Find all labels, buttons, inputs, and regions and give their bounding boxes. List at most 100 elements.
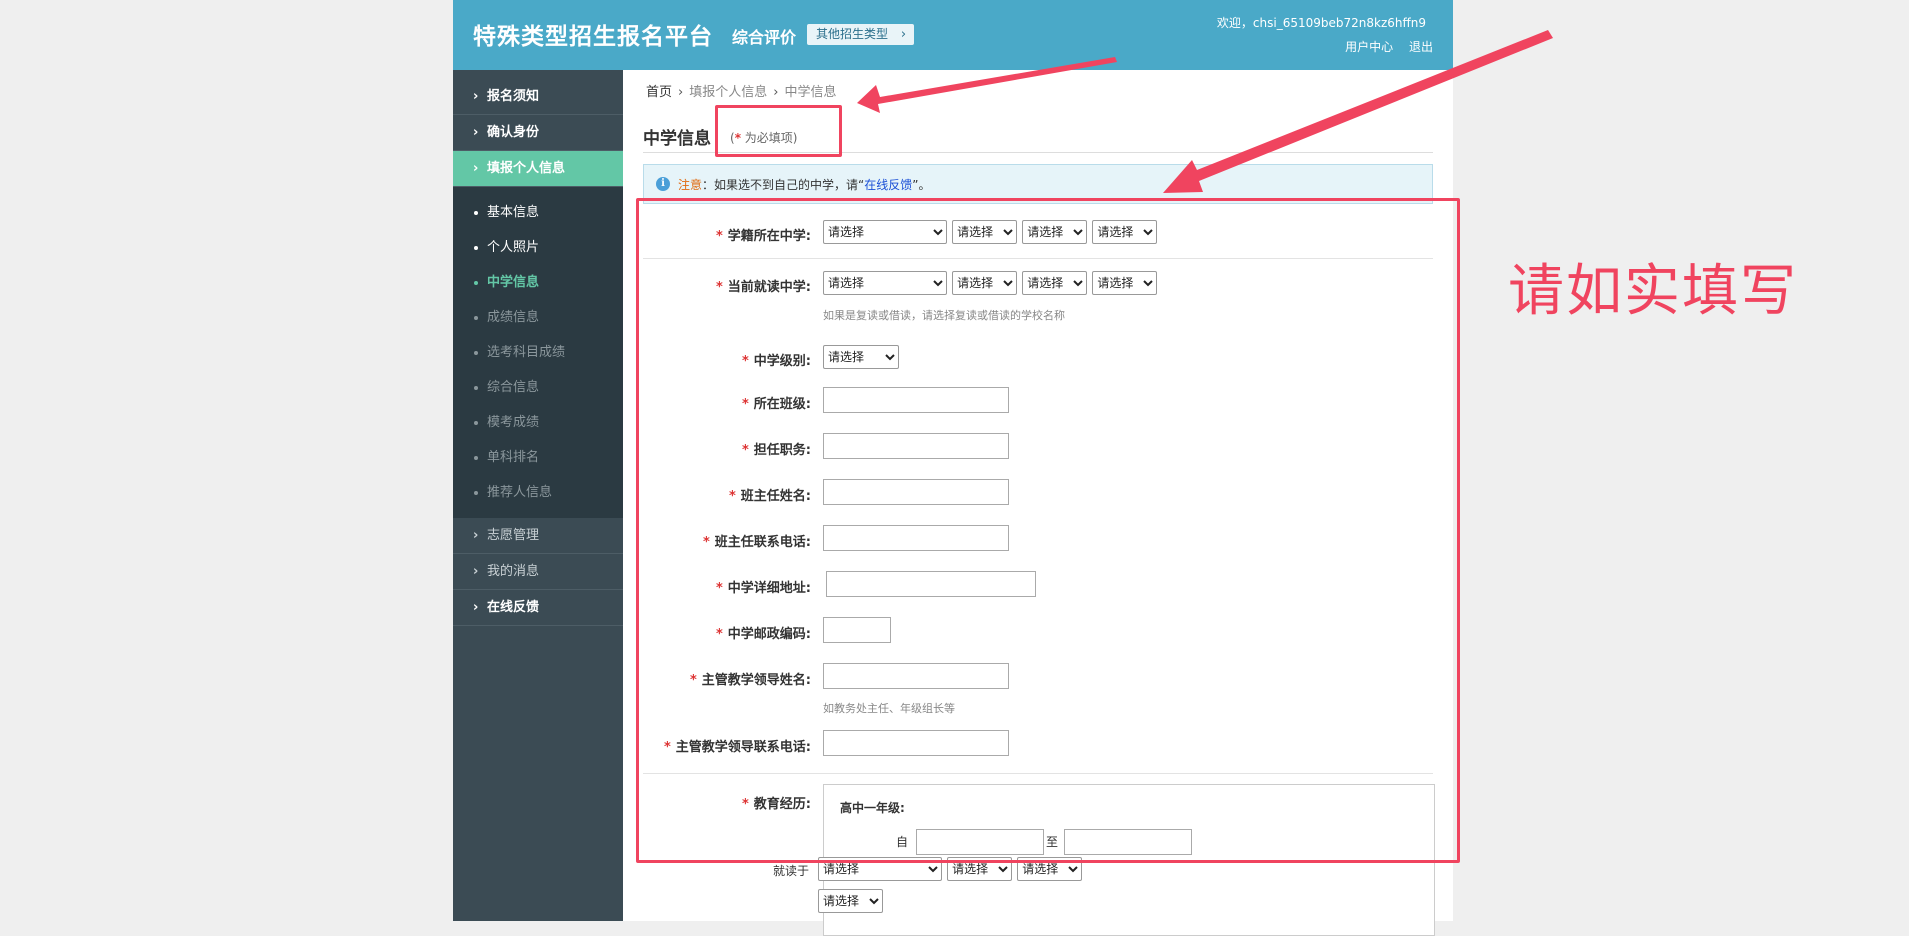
leader-phone-input[interactable] <box>823 730 1009 756</box>
breadcrumb: 首页 › 填报个人信息 › 中学信息 <box>646 81 836 100</box>
field-label: * 主管教学领导姓名: <box>690 669 811 688</box>
registration-district-select[interactable]: 请选择 <box>1022 220 1088 244</box>
edu-to-group: 至 <box>1046 829 1192 855</box>
logout-link[interactable]: 退出 <box>1409 40 1433 54</box>
field-label-text: 班主任联系电话: <box>714 535 811 550</box>
page: 特殊类型招生报名平台 综合评价 其他招生类型 › 欢迎，chsi_65109be… <box>453 0 1453 936</box>
sidebar-item-confirm-identity[interactable]: › 确认身份 <box>453 115 623 151</box>
registration-school-select[interactable]: 请选择 <box>1092 220 1158 244</box>
field-label: * 教育经历: <box>742 793 811 812</box>
required-star: * <box>741 354 749 369</box>
sidebar-sub-item-general-info[interactable]: 综合信息 <box>453 370 623 405</box>
field-label-text: 中学级别: <box>753 354 811 369</box>
edu-district-select[interactable]: 请选择 <box>1017 857 1083 881</box>
edu-end-date-input[interactable] <box>1063 829 1192 855</box>
field-label-text: 中学详细地址: <box>727 581 811 596</box>
school-level-select[interactable]: 请选择 <box>823 345 899 369</box>
sidebar-sub-item-subject-rank[interactable]: 单科排名 <box>453 440 623 475</box>
sidebar-item-notice[interactable]: › 报名须知 <box>453 79 623 115</box>
sidebar-sub-item-basic-info[interactable]: 基本信息 <box>453 195 623 230</box>
field-label: * 中学详细地址: <box>716 577 811 596</box>
breadcrumb-home[interactable]: 首页 <box>646 85 672 100</box>
sidebar-sub-item-mock-scores[interactable]: 模考成绩 <box>453 405 623 440</box>
row-divider <box>643 773 1433 774</box>
chevron-right-icon: › <box>773 85 779 100</box>
head-teacher-phone-input[interactable] <box>823 525 1009 551</box>
required-star: * <box>715 280 723 295</box>
sidebar-item-label: 我的消息 <box>487 564 540 579</box>
sidebar-sub-item-elective-scores[interactable]: 选考科目成绩 <box>453 335 623 370</box>
registration-city-select[interactable]: 请选择 <box>952 220 1018 244</box>
school-registration-selects: 请选择 请选择 请选择 请选择 <box>823 220 1158 244</box>
sidebar-item-personal-info[interactable]: › 填报个人信息 <box>453 151 623 187</box>
notice-text: 注意：如果选不到自己的中学，请“在线反馈”。 <box>678 176 930 193</box>
edu-grade-label: 高中一年级: <box>840 801 905 815</box>
field-label-text: 班主任姓名: <box>740 489 811 504</box>
edu-from-group: 自 <box>896 829 1044 855</box>
leader-name-hint: 如教务处主任、年级组长等 <box>823 702 955 715</box>
page-title: 中学信息 <box>643 129 711 149</box>
required-star: * <box>741 797 749 812</box>
other-types-button[interactable]: 其他招生类型 › <box>807 24 915 45</box>
required-star: * <box>702 535 710 550</box>
edu-school-selects: 请选择 请选择 请选择 <box>818 857 1083 881</box>
user-center-link[interactable]: 用户中心 <box>1345 40 1393 54</box>
current-province-select[interactable]: 请选择 <box>823 271 947 295</box>
field-label: * 中学邮政编码: <box>716 623 811 642</box>
sidebar-item-label: 报名须知 <box>487 89 540 104</box>
class-input[interactable] <box>823 387 1009 413</box>
field-label-text: 学籍所在中学: <box>727 229 811 244</box>
head-teacher-input[interactable] <box>823 479 1009 505</box>
chevron-right-icon: › <box>473 528 479 543</box>
field-label: * 当前就读中学: <box>716 276 811 295</box>
edu-province-select[interactable]: 请选择 <box>818 857 942 881</box>
breadcrumb-current: 中学信息 <box>784 85 837 100</box>
sidebar-item-messages[interactable]: › 我的消息 <box>453 554 623 590</box>
current-city-select[interactable]: 请选择 <box>952 271 1018 295</box>
feedback-link[interactable]: 在线反馈 <box>864 178 912 192</box>
field-label: * 担任职务: <box>742 439 811 458</box>
edu-city-select[interactable]: 请选择 <box>947 857 1013 881</box>
breadcrumb-level2[interactable]: 填报个人信息 <box>689 85 767 100</box>
header: 特殊类型招生报名平台 综合评价 其他招生类型 › 欢迎，chsi_65109be… <box>453 0 1453 70</box>
school-address-input[interactable] <box>826 571 1036 597</box>
registration-province-select[interactable]: 请选择 <box>823 220 947 244</box>
current-district-select[interactable]: 请选择 <box>1022 271 1088 295</box>
chevron-right-icon: › <box>473 161 479 176</box>
edu-school-select[interactable]: 请选择 <box>818 889 883 913</box>
notice-end: ”。 <box>912 178 931 192</box>
field-label: * 所在班级: <box>742 393 811 412</box>
required-note-text: 为必填项) <box>740 131 798 145</box>
sidebar-sub-item-scores[interactable]: 成绩信息 <box>453 300 623 335</box>
required-star: * <box>741 397 749 412</box>
required-star: * <box>715 229 723 244</box>
sidebar-item-application[interactable]: › 志愿管理 <box>453 518 623 554</box>
sidebar-sub-item-photo[interactable]: 个人照片 <box>453 230 623 265</box>
sidebar-sub-item-recommender[interactable]: 推荐人信息 <box>453 475 623 510</box>
position-input[interactable] <box>823 433 1009 459</box>
sidebar-item-feedback[interactable]: › 在线反馈 <box>453 590 623 626</box>
current-school-select[interactable]: 请选择 <box>1092 271 1158 295</box>
school-postcode-input[interactable] <box>823 617 891 643</box>
current-school-hint: 如果是复读或借读，请选择复读或借读的学校名称 <box>823 309 1065 322</box>
annotation-text: 请如实填写 <box>1508 259 1798 324</box>
edu-school-select-wrap: 请选择 <box>818 889 884 913</box>
field-label-text: 当前就读中学: <box>727 280 811 295</box>
required-star: * <box>689 673 697 688</box>
field-label-text: 主管教学领导姓名: <box>701 673 811 688</box>
sub-title: 综合评价 <box>732 28 797 47</box>
chevron-right-icon: › <box>473 564 479 579</box>
sidebar: › 报名须知 › 确认身份 › 填报个人信息 基本信息 个人照片 中学信息 成绩信息 … <box>453 70 623 921</box>
edu-start-date-input[interactable] <box>915 829 1044 855</box>
title-divider <box>643 152 1433 153</box>
required-star: * <box>663 740 671 755</box>
sidebar-item-label: 在线反馈 <box>487 600 540 615</box>
field-label-text: 教育经历: <box>753 797 811 812</box>
chevron-right-icon: › <box>900 27 907 42</box>
field-label-text: 担任职务: <box>753 443 811 458</box>
sidebar-sub-list: 基本信息 个人照片 中学信息 成绩信息 选考科目成绩 综合信息 模考成绩 单科排… <box>453 187 623 518</box>
chevron-right-icon: › <box>678 85 684 100</box>
sidebar-sub-item-school-info[interactable]: 中学信息 <box>453 265 623 300</box>
leader-name-input[interactable] <box>823 663 1009 689</box>
field-label-text: 中学邮政编码: <box>727 627 811 642</box>
